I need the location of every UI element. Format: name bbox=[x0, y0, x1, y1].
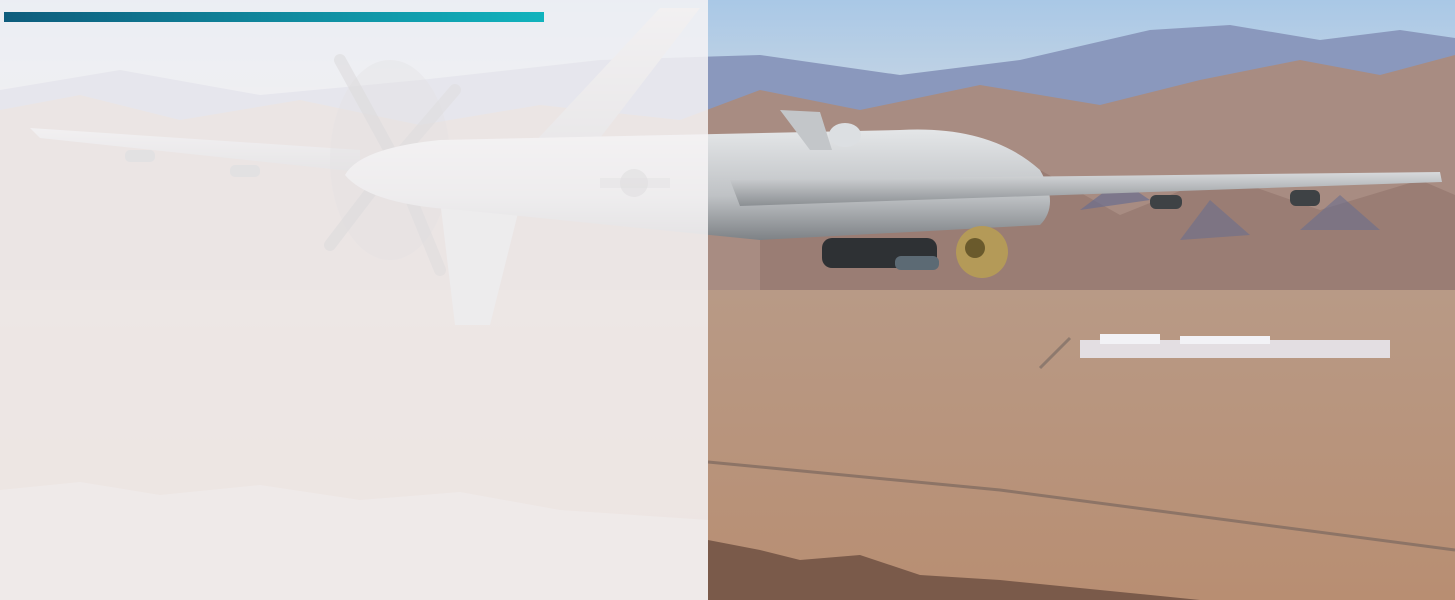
accent-gradient-bar bbox=[4, 12, 544, 22]
translucent-overlay-panel bbox=[0, 0, 708, 600]
